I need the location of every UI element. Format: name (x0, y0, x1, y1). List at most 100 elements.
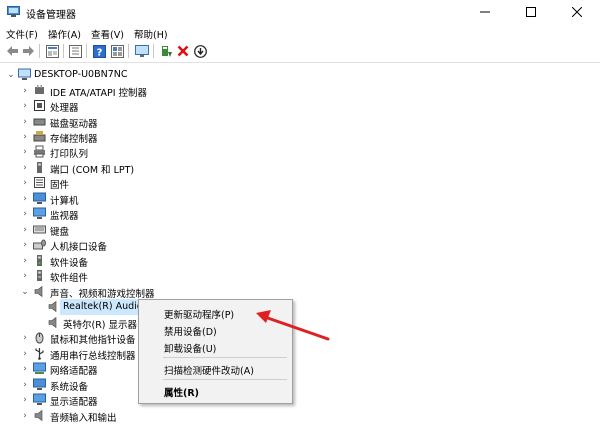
tree-item-system-devices[interactable]: › 系统设备 (0, 377, 600, 393)
computer-icon (33, 192, 46, 204)
device-manager-window: 设备管理器 文件(F) 操作(A) 查看(V) 帮助(H) ? ⌄ DESKTO… (0, 0, 600, 439)
tree-item-processors[interactable]: › 处理器 (0, 98, 600, 114)
update-driver-button[interactable] (158, 43, 174, 59)
keyboard-icon (33, 225, 46, 234)
tree-root-label: DESKTOP-U0BN7NC (34, 69, 128, 80)
maximize-button[interactable] (508, 0, 554, 24)
tree-item-firmware[interactable]: › 固件 (0, 175, 600, 191)
chevron-right-icon[interactable]: › (20, 115, 30, 129)
chevron-right-icon[interactable]: › (20, 269, 30, 283)
menu-disable-device[interactable]: 禁用设备(D) (164, 324, 217, 338)
chevron-right-icon[interactable]: › (20, 393, 30, 407)
tree-item-software-devices[interactable]: › 软件设备 (0, 253, 600, 269)
menu-scan-hardware[interactable]: 扫描检测硬件改动(A) (164, 363, 254, 377)
tree-item-label: 磁盘驱动器 (50, 119, 98, 130)
device-tree[interactable]: ⌄ DESKTOP-U0BN7NC › IDE ATA/ATAPI 控制器 › … (0, 62, 600, 439)
title-bar[interactable]: 设备管理器 (0, 0, 600, 24)
menu-update-driver[interactable]: 更新驱动程序(P) (164, 307, 234, 321)
chevron-right-icon[interactable]: › (20, 130, 30, 144)
chevron-right-icon[interactable]: › (20, 347, 30, 361)
show-hide-icon (68, 44, 82, 58)
tree-item-label: 处理器 (50, 103, 79, 114)
usb-icon (35, 348, 44, 360)
show-hide-button[interactable] (67, 43, 83, 59)
chevron-right-icon[interactable]: › (20, 362, 30, 376)
port-icon (37, 162, 42, 173)
minimize-button[interactable] (462, 0, 508, 24)
chevron-right-icon[interactable]: › (20, 84, 30, 98)
tree-item-label: 打印队列 (50, 149, 89, 160)
chevron-right-icon[interactable]: › (20, 176, 30, 190)
tree-item-label: 通用串行总线控制器 (50, 351, 136, 362)
tree-item-sound-controllers[interactable]: ⌄ 声音、视频和游戏控制器 (0, 284, 600, 300)
chevron-right-icon[interactable]: › (20, 161, 30, 175)
tree-item-display-adapters[interactable]: › 显示适配器 (0, 392, 600, 408)
install-icon (193, 44, 207, 58)
chevron-down-icon[interactable]: ⌄ (6, 68, 16, 82)
chevron-right-icon[interactable]: › (20, 238, 30, 252)
tree-item-label: 声音、视频和游戏控制器 (50, 289, 155, 300)
software-device-icon (37, 255, 42, 266)
tree-item-software-components[interactable]: › 软件组件 (0, 268, 600, 284)
help-icon: ? (92, 44, 106, 58)
tree-item-keyboards[interactable]: › 键盘 (0, 222, 600, 238)
install-button[interactable] (192, 43, 208, 59)
tree-item-usb-controllers[interactable]: › 通用串行总线控制器 (0, 346, 600, 362)
tree-item-realtek-audio[interactable]: Realtek(R) Audio (0, 299, 600, 315)
window-title: 设备管理器 (26, 10, 76, 21)
tree-item-storage-controllers[interactable]: › 存储控制器 (0, 129, 600, 145)
menu-view[interactable]: 查看(V) (91, 27, 124, 41)
monitor-icon (135, 44, 149, 57)
tree-item-computer[interactable]: › 计算机 (0, 191, 600, 207)
menu-separator (163, 379, 287, 380)
tree-root[interactable]: ⌄ DESKTOP-U0BN7NC (0, 67, 600, 83)
menu-properties[interactable]: 属性(R) (164, 385, 199, 399)
chevron-right-icon[interactable]: › (20, 409, 30, 423)
chevron-right-icon[interactable]: › (20, 145, 30, 159)
tree-item-label: 监视器 (50, 211, 79, 222)
close-button[interactable] (554, 0, 600, 24)
tree-item-label: 音频输入和输出 (50, 413, 117, 424)
tree-item-label: 系统设备 (50, 382, 89, 393)
tree-item-label: 软件组件 (50, 273, 89, 284)
view-button[interactable] (109, 43, 125, 59)
properties-icon (45, 44, 59, 58)
scan-hardware-button[interactable] (134, 43, 150, 59)
printer-icon (34, 145, 45, 158)
context-menu: 更新驱动程序(P) 禁用设备(D) 卸载设备(U) 扫描检测硬件改动(A) 属性… (138, 299, 293, 404)
tree-item-print-queues[interactable]: › 打印队列 (0, 144, 600, 160)
tree-item-mice[interactable]: › 鼠标和其他指针设备 (0, 330, 600, 346)
tree-item-label: 英特尔(R) 显示器 (63, 320, 138, 331)
tree-item-audio-io[interactable]: › 音频输入和输出 (0, 408, 600, 424)
device-manager-icon (7, 6, 20, 17)
chevron-right-icon[interactable]: › (20, 99, 30, 113)
help-button[interactable]: ? (91, 43, 107, 59)
minimize-icon (480, 11, 490, 13)
tree-item-monitors[interactable]: › 监视器 (0, 206, 600, 222)
computer-icon (18, 68, 31, 80)
tree-item-network-adapters[interactable]: › 网络适配器 (0, 361, 600, 377)
uninstall-button[interactable] (175, 43, 191, 59)
back-button[interactable] (4, 43, 20, 59)
chevron-right-icon[interactable]: › (20, 223, 30, 237)
tree-item-label: 人机接口设备 (50, 242, 108, 253)
chevron-right-icon[interactable]: › (20, 192, 30, 206)
forward-button[interactable] (20, 43, 36, 59)
menu-action[interactable]: 操作(A) (48, 27, 81, 41)
chevron-right-icon[interactable]: › (20, 207, 30, 221)
properties-button[interactable] (44, 43, 60, 59)
tree-item-ide-controller[interactable]: › IDE ATA/ATAPI 控制器 (0, 83, 600, 99)
menu-help[interactable]: 帮助(H) (134, 27, 168, 41)
chevron-right-icon[interactable]: › (20, 378, 30, 392)
tree-item-intel-display-audio[interactable]: 英特尔(R) 显示器 (0, 315, 600, 331)
display-adapter-icon (33, 393, 46, 405)
chevron-right-icon[interactable]: › (20, 254, 30, 268)
chevron-right-icon[interactable]: › (20, 331, 30, 345)
chevron-down-icon[interactable]: ⌄ (20, 285, 30, 299)
tree-item-hid[interactable]: › 人机接口设备 (0, 237, 600, 253)
menu-file[interactable]: 文件(F) (6, 27, 38, 41)
menu-uninstall-device[interactable]: 卸载设备(U) (164, 341, 216, 355)
tree-item-disk-drives[interactable]: › 磁盘驱动器 (0, 114, 600, 130)
tree-item-label: Realtek(R) Audio (63, 301, 143, 312)
tree-item-ports[interactable]: › 端口 (COM 和 LPT) (0, 160, 600, 176)
